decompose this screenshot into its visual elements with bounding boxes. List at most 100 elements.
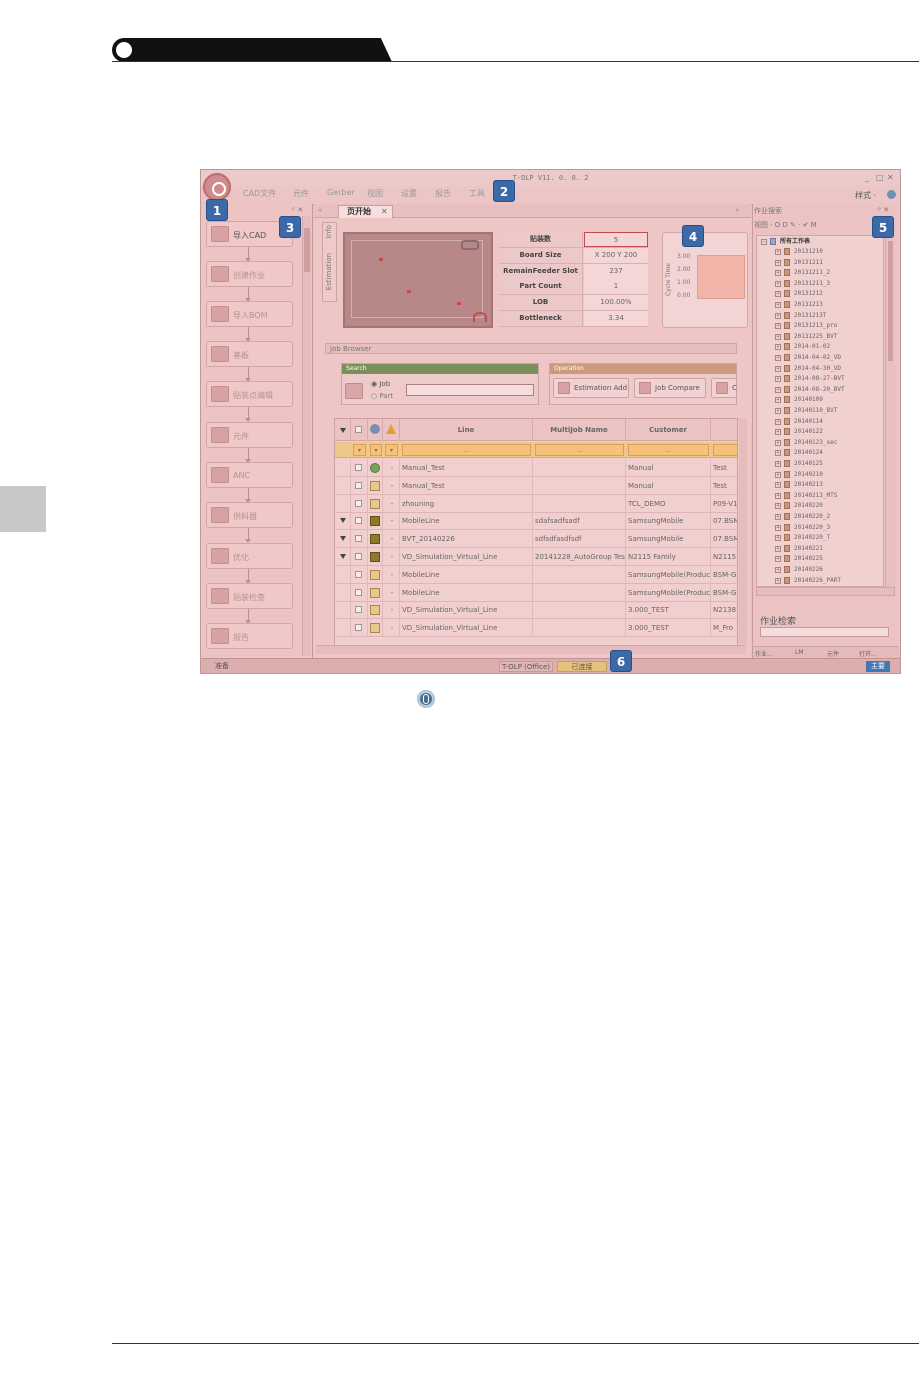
expand-arrow-icon[interactable] — [340, 536, 346, 542]
table-row[interactable]: - VD_Simulation_Virtual_Line 20141228_Auto… — [335, 548, 737, 566]
tab-close-icon[interactable]: ✕ — [381, 207, 388, 216]
expand-icon[interactable]: + — [775, 280, 781, 287]
table-row[interactable]: -MobileLine SamsungMobile(ProductionBSM-G — [335, 583, 737, 602]
tree-scrollbar[interactable] — [885, 235, 895, 587]
expand-icon[interactable]: + — [775, 482, 781, 489]
col-customer[interactable]: Customer — [626, 419, 711, 441]
expand-arrow-icon[interactable] — [340, 518, 346, 524]
menu-component[interactable]: 元件 — [293, 188, 309, 199]
row-select-cell[interactable] — [351, 565, 368, 584]
estimation-add-button[interactable]: Estimation Add — [553, 378, 629, 398]
expand-icon[interactable]: + — [775, 545, 781, 552]
job-search-input[interactable] — [760, 627, 889, 637]
flow-report[interactable]: 报告 — [206, 623, 293, 649]
expand-icon[interactable]: + — [775, 355, 781, 361]
flow-feeder[interactable]: 供料器 — [206, 502, 293, 528]
maximize-button[interactable]: □ — [876, 173, 884, 182]
expand-icon[interactable]: + — [775, 418, 781, 425]
table-row[interactable]: - VD_Simulation_Virtual_Line 3.000_TEST N21… — [335, 601, 737, 620]
workflow-panel-controls[interactable]: ᵖ ✕ — [292, 206, 303, 214]
expand-icon[interactable]: + — [775, 450, 781, 457]
help-icon[interactable] — [887, 190, 896, 199]
tab-info[interactable]: Info — [325, 225, 333, 238]
expand-icon[interactable]: + — [775, 259, 781, 266]
expand-icon[interactable]: + — [775, 312, 781, 319]
row-expand-cell[interactable] — [335, 530, 351, 549]
expand-icon[interactable]: + — [775, 344, 781, 351]
flow-component[interactable]: 元件 — [206, 422, 293, 448]
row-expand-cell[interactable] — [335, 494, 351, 513]
expand-icon[interactable]: + — [775, 333, 781, 340]
expand-icon[interactable]: + — [775, 249, 781, 255]
row-expand-cell[interactable] — [335, 548, 351, 566]
tab-start-page[interactable]: 页开始 ✕ — [338, 205, 393, 218]
row-checkbox[interactable] — [355, 535, 362, 543]
row-expand-cell[interactable] — [335, 601, 351, 620]
flow-board[interactable]: 基板 — [206, 341, 293, 367]
expand-icon[interactable]: + — [775, 439, 781, 446]
row-checkbox[interactable] — [355, 588, 362, 596]
expand-icon[interactable]: + — [775, 577, 781, 584]
job-compare-button[interactable]: Job Compare — [634, 378, 706, 398]
expand-arrow-icon[interactable] — [340, 554, 346, 559]
row-select-cell[interactable] — [351, 476, 368, 495]
job-browser-bar[interactable]: Job Browser — [325, 343, 737, 354]
table-row[interactable]: - zhouning TCL_DEMO P09-V1 — [335, 494, 737, 513]
filter-select[interactable]: ▾ — [370, 444, 382, 456]
search-icon[interactable] — [345, 383, 363, 399]
expand-icon[interactable]: + — [775, 323, 781, 330]
col-extra[interactable] — [711, 419, 737, 441]
table-row[interactable]: -MobileLine SamsungMobile(ProductionBSM-G — [335, 565, 737, 584]
menu-tools[interactable]: 工具 — [469, 188, 485, 199]
status-main[interactable]: 主要 — [866, 661, 890, 672]
scroll-thumb[interactable] — [304, 228, 310, 272]
filter-select[interactable]: ▾ — [353, 444, 366, 456]
workflow-scrollbar[interactable] — [302, 216, 311, 656]
menu-view[interactable]: 视图 — [367, 188, 383, 199]
grid-horizontal-scrollbar[interactable] — [316, 645, 746, 654]
row-select-cell[interactable] — [351, 619, 368, 638]
radio-job[interactable]: ◉ Job — [371, 380, 390, 388]
row-select-cell[interactable] — [351, 459, 368, 477]
expand-icon[interactable]: + — [775, 429, 781, 436]
table-row[interactable]: - VD_Simulation_Virtual_Line 3.000_TEST M_F… — [335, 619, 737, 638]
table-row[interactable]: - BVT_20140226 sdfsdfasdfsdf SamsungMobile 0… — [335, 530, 737, 549]
row-select-cell[interactable] — [351, 583, 368, 602]
menu-cad-file[interactable]: CAD文件 — [243, 188, 276, 199]
tab-lm[interactable]: LM — [795, 649, 804, 656]
flow-placement-check[interactable]: 贴装检查 — [206, 583, 293, 609]
filter-customer[interactable]: ... — [628, 444, 709, 456]
row-expand-cell[interactable] — [335, 459, 351, 477]
search-input[interactable] — [406, 384, 534, 396]
menu-gerber[interactable]: Gerber — [327, 188, 355, 197]
expand-icon[interactable]: + — [775, 461, 781, 467]
expand-icon[interactable]: + — [775, 514, 781, 520]
row-select-cell[interactable] — [351, 512, 368, 531]
expand-icon[interactable]: + — [775, 408, 781, 414]
minimize-button[interactable]: _ — [865, 173, 869, 182]
menu-report[interactable]: 报告 — [435, 188, 451, 199]
expand-icon[interactable]: + — [775, 365, 781, 372]
table-row[interactable]: - Manual_Test Manual Test — [335, 459, 737, 477]
expand-icon[interactable]: + — [775, 524, 781, 531]
close-button[interactable]: ✕ — [887, 173, 894, 182]
row-checkbox[interactable] — [355, 481, 362, 489]
flow-optimize[interactable]: 优化 — [206, 543, 293, 569]
row-checkbox[interactable] — [355, 553, 362, 560]
tab-scroll-right-icon[interactable]: ▸ — [736, 206, 740, 214]
row-checkbox[interactable] — [355, 499, 362, 507]
row-expand-cell[interactable] — [335, 565, 351, 584]
flow-anc[interactable]: ANC — [206, 462, 293, 488]
row-checkbox[interactable] — [355, 624, 362, 632]
filter-line[interactable]: ... — [402, 444, 531, 456]
radio-part[interactable]: ○ Part — [371, 392, 393, 400]
row-checkbox[interactable] — [355, 464, 362, 471]
col-line[interactable]: Line — [400, 419, 533, 441]
expand-icon[interactable]: + — [775, 291, 781, 298]
row-select-cell[interactable] — [351, 530, 368, 549]
row-checkbox[interactable] — [355, 517, 362, 525]
filter-multijob[interactable]: ... — [535, 444, 624, 456]
filter-select[interactable]: ▾ — [385, 444, 398, 456]
expand-icon[interactable]: + — [775, 556, 781, 563]
flow-import-bom[interactable]: 导入BOM — [206, 301, 293, 327]
